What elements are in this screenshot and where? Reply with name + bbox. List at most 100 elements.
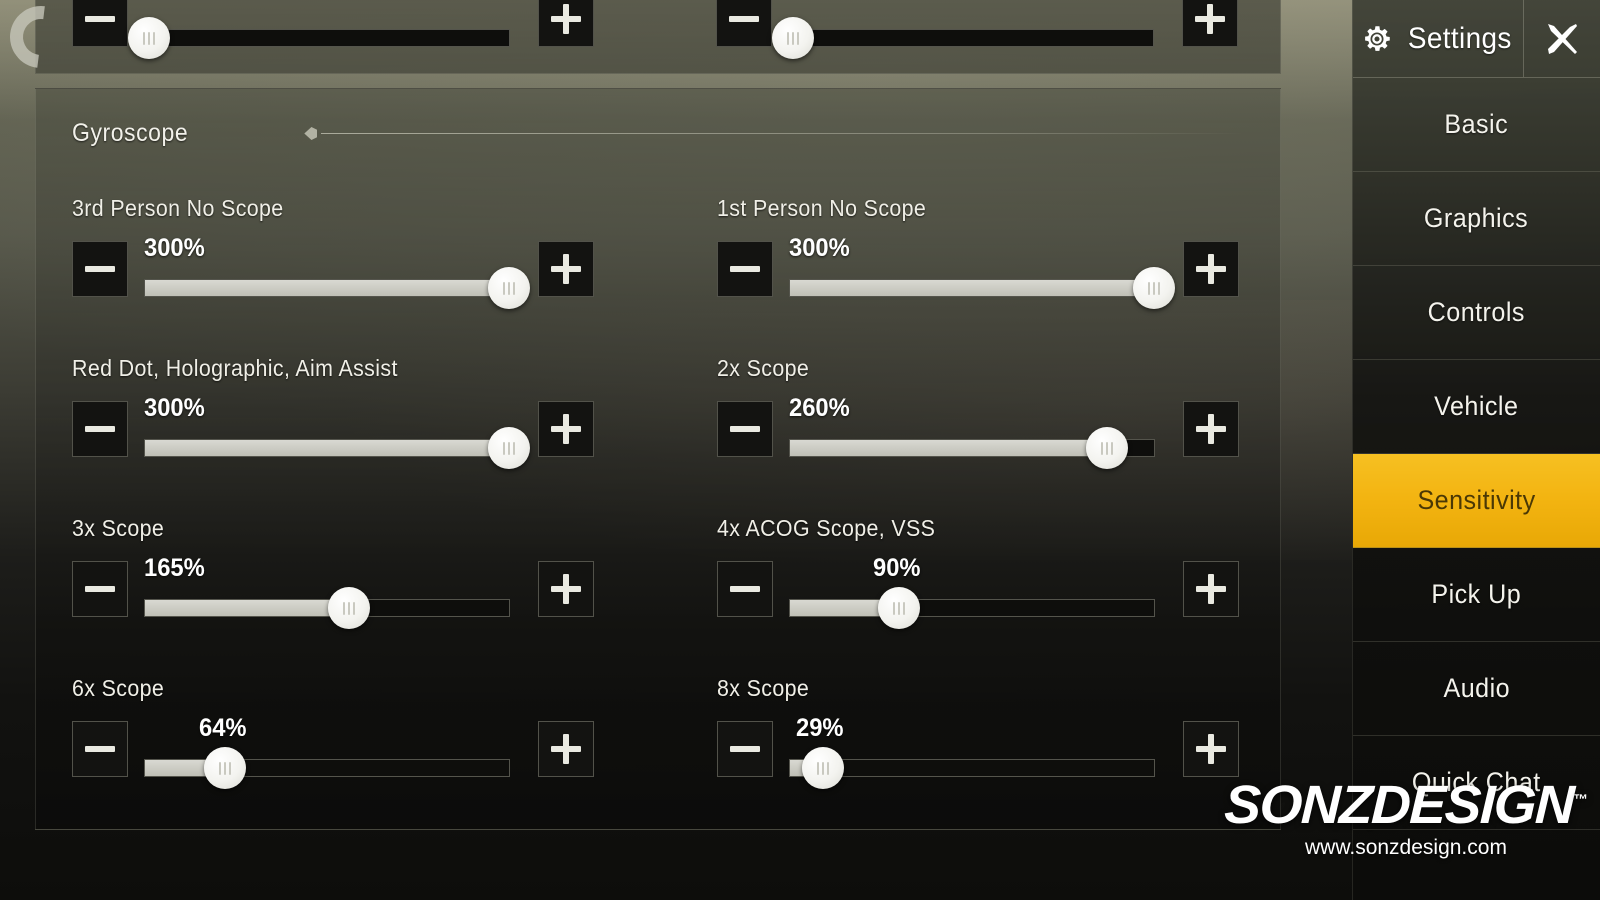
plus-icon-v	[1207, 4, 1213, 34]
slider-knob[interactable]	[488, 427, 530, 469]
decrease-button[interactable]	[717, 561, 773, 617]
increase-button[interactable]	[1183, 241, 1239, 297]
slider-track[interactable]	[789, 587, 1155, 629]
increase-button[interactable]	[538, 401, 594, 457]
sensitivity-row: 1st Person No Scope 300%	[717, 179, 1246, 339]
sensitivity-row: 3x Scope 165%	[72, 499, 717, 659]
increase-button-clipped-right[interactable]	[1182, 0, 1238, 47]
slider-track[interactable]	[144, 267, 530, 309]
decrease-button[interactable]	[72, 721, 128, 777]
slider-track[interactable]	[789, 427, 1155, 469]
minus-icon	[730, 266, 760, 272]
sidebar-item-pick-up[interactable]: Pick Up	[1353, 548, 1600, 642]
slider-knob[interactable]	[204, 747, 247, 789]
slider-clipped-left[interactable]	[127, 0, 510, 59]
slider-track[interactable]	[144, 587, 510, 629]
slider-knob[interactable]	[488, 267, 530, 309]
sensitivity-row-controls: 29%	[717, 714, 1239, 789]
slider-knob[interactable]	[771, 17, 814, 59]
sensitivity-slider[interactable]: 90%	[789, 554, 1155, 629]
slider-knob[interactable]	[801, 747, 844, 789]
sensitivity-row-controls: 300%	[72, 394, 594, 469]
sidebar-item-vehicle[interactable]: Vehicle	[1353, 360, 1600, 454]
slider-track[interactable]	[789, 747, 1155, 789]
sensitivity-row-label: 2x Scope	[717, 355, 810, 381]
sidebar-item-basic[interactable]: Basic	[1353, 78, 1600, 172]
section-header: Gyroscope	[72, 119, 1244, 148]
sensitivity-value: 300%	[789, 234, 850, 262]
sensitivity-slider[interactable]: 300%	[144, 394, 530, 469]
increase-button[interactable]	[538, 561, 594, 617]
close-button[interactable]	[1524, 0, 1600, 77]
slider-knob[interactable]	[878, 587, 921, 629]
sensitivity-row: 4x ACOG Scope, VSS 90%	[717, 499, 1246, 659]
sensitivity-row-label: 1st Person No Scope	[717, 195, 927, 221]
minus-icon	[730, 586, 760, 592]
decrease-button-clipped-left[interactable]	[72, 0, 128, 47]
plus-icon-v	[563, 734, 569, 764]
slider-fill	[790, 440, 1107, 456]
slider-fill	[790, 280, 1154, 296]
sidebar-title: Settings	[1408, 21, 1512, 55]
increase-button[interactable]	[1183, 401, 1239, 457]
slider-track[interactable]	[144, 747, 510, 789]
sidebar-item-graphics[interactable]: Graphics	[1353, 172, 1600, 266]
sensitivity-settings-panel: Gyroscope 3rd Person No Scope 300% 1st Per…	[35, 88, 1281, 830]
sidebar-item-sensitivity[interactable]: Sensitivity	[1353, 454, 1600, 548]
sensitivity-row: 6x Scope 64%	[72, 659, 717, 819]
minus-icon	[730, 746, 760, 752]
settings-sidebar: Settings Basic Graphics Controls Vehicle Sen…	[1352, 0, 1600, 900]
section-divider	[321, 133, 1244, 134]
sensitivity-value: 300%	[144, 234, 205, 262]
slider-knob[interactable]	[127, 17, 170, 59]
sensitivity-slider[interactable]: 260%	[789, 394, 1155, 469]
minus-icon	[729, 16, 759, 22]
sensitivity-slider[interactable]: 300%	[144, 234, 530, 309]
sidebar-nav-list: Basic Graphics Controls Vehicle Sensitivity P…	[1353, 78, 1600, 830]
slider-knob[interactable]	[327, 587, 370, 629]
slider-track[interactable]	[789, 267, 1175, 309]
sensitivity-row-label: Red Dot, Holographic, Aim Assist	[72, 355, 398, 381]
minus-icon	[85, 16, 115, 22]
increase-button[interactable]	[1183, 721, 1239, 777]
slider-track[interactable]	[771, 17, 1154, 59]
sidebar-item-quick-chat[interactable]: Quick Chat	[1353, 736, 1600, 830]
decrease-button[interactable]	[72, 561, 128, 617]
gear-icon	[1365, 25, 1390, 51]
decrease-button[interactable]	[717, 241, 773, 297]
plus-icon-v	[563, 414, 569, 444]
minus-icon	[85, 426, 115, 432]
sidebar-item-label: Audio	[1443, 673, 1510, 703]
slider-track[interactable]	[144, 427, 530, 469]
sensitivity-slider[interactable]: 165%	[144, 554, 510, 629]
previous-section-panel	[35, 0, 1281, 74]
sidebar-item-audio[interactable]: Audio	[1353, 642, 1600, 736]
sensitivity-row-controls: 165%	[72, 554, 594, 629]
increase-button[interactable]	[538, 721, 594, 777]
increase-button-clipped-left[interactable]	[538, 0, 594, 47]
sidebar-item-label: Sensitivity	[1417, 485, 1536, 515]
plus-icon-v	[1208, 734, 1214, 764]
sidebar-item-label: Vehicle	[1434, 391, 1519, 421]
slider-track[interactable]	[127, 17, 510, 59]
sensitivity-row-controls: 260%	[717, 394, 1239, 469]
slider-knob[interactable]	[1085, 427, 1128, 469]
increase-button[interactable]	[538, 241, 594, 297]
slider-knob[interactable]	[1133, 267, 1175, 309]
slider-clipped-right[interactable]	[771, 0, 1154, 59]
plus-icon-v	[563, 574, 569, 604]
slider-fill	[145, 280, 509, 296]
sensitivity-row-label: 3x Scope	[72, 515, 165, 541]
increase-button[interactable]	[1183, 561, 1239, 617]
decrease-button[interactable]	[72, 401, 128, 457]
sensitivity-row-label: 3rd Person No Scope	[72, 195, 284, 221]
sensitivity-slider[interactable]: 64%	[144, 714, 510, 789]
decrease-button[interactable]	[72, 241, 128, 297]
plus-icon-v	[1208, 254, 1214, 284]
sensitivity-slider[interactable]: 29%	[789, 714, 1155, 789]
sensitivity-slider[interactable]: 300%	[789, 234, 1175, 309]
sidebar-item-controls[interactable]: Controls	[1353, 266, 1600, 360]
decrease-button[interactable]	[717, 401, 773, 457]
decrease-button-clipped-right[interactable]	[716, 0, 772, 47]
decrease-button[interactable]	[717, 721, 773, 777]
